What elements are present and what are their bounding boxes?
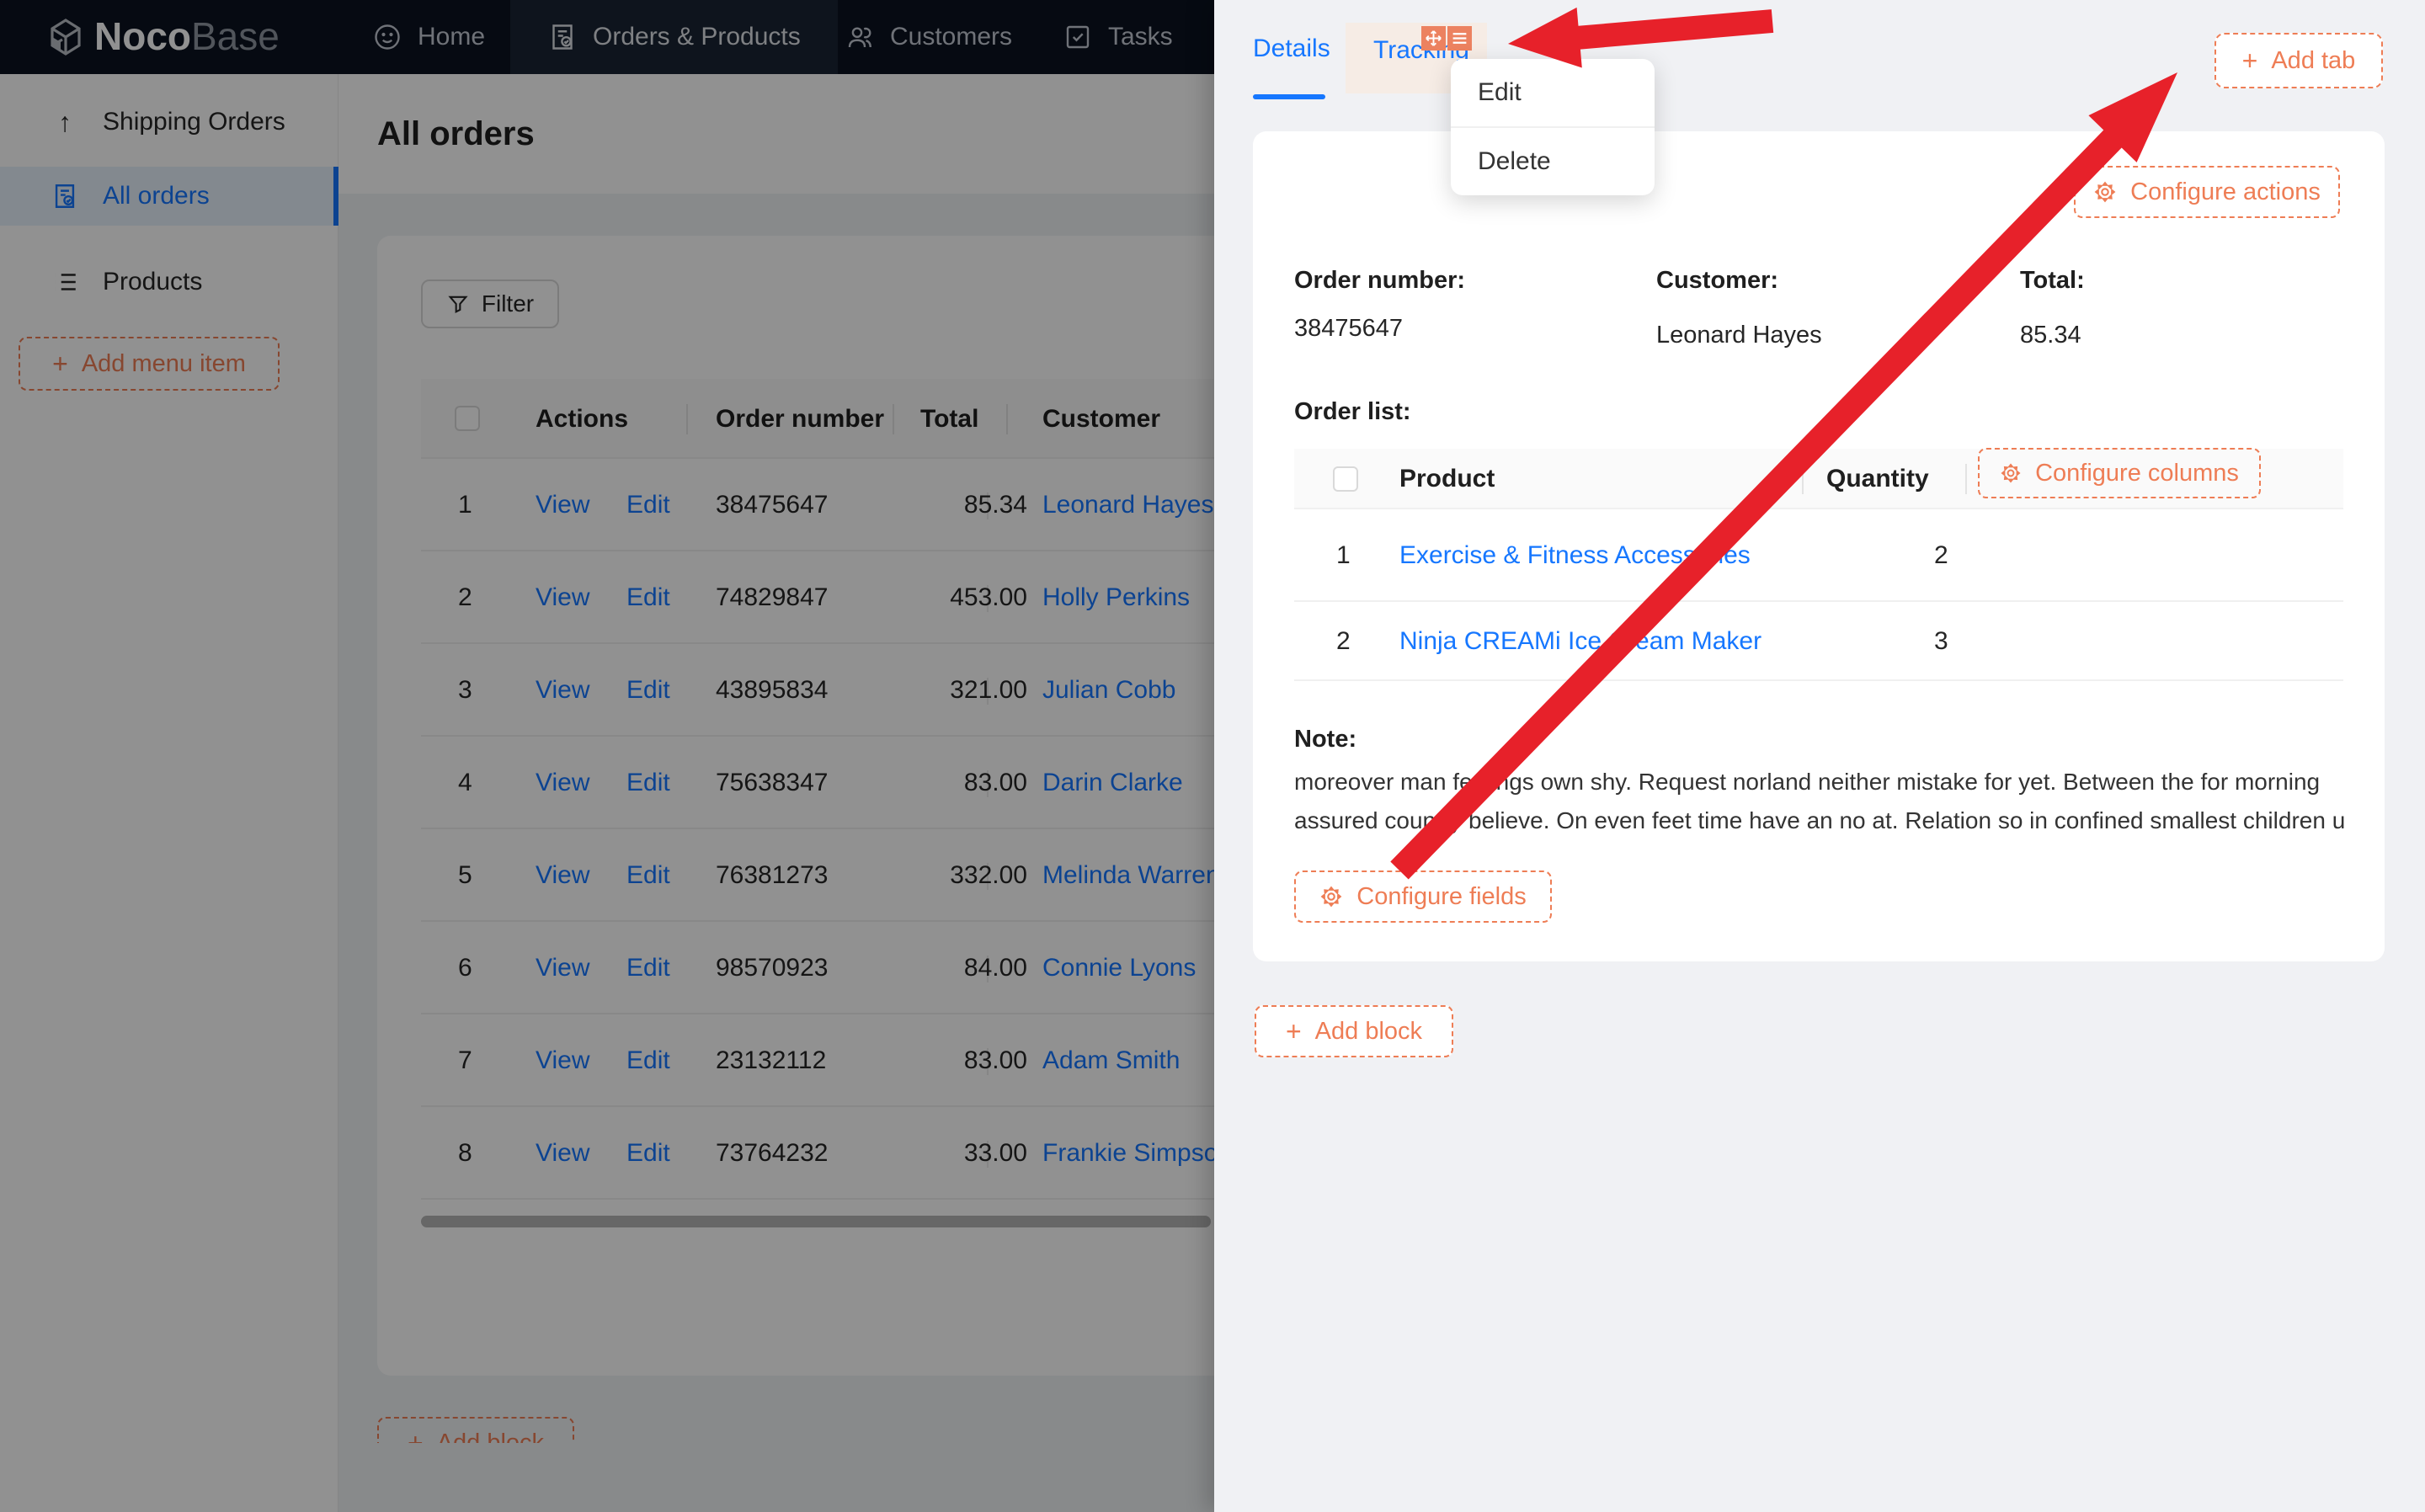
gear-icon (2000, 462, 2022, 484)
drawer-mask[interactable] (0, 0, 1214, 1512)
plus-icon: + (2242, 47, 2258, 74)
gear-icon (2093, 180, 2117, 204)
customer-label: Customer: (1656, 267, 1778, 295)
header-separator (1965, 464, 1967, 494)
row-index: 2 (1336, 602, 1351, 681)
header-separator (1802, 464, 1804, 494)
quantity-cell: 3 (1934, 602, 1948, 681)
menu-item-edit[interactable]: Edit (1451, 59, 1655, 126)
order-list-row: 1 Exercise & Fitness Accessories 2 (1294, 509, 2343, 602)
note-label: Note: (1294, 726, 1356, 753)
drawer-add-block-button[interactable]: + Add block (1255, 1005, 1453, 1057)
row-index: 1 (1336, 509, 1351, 602)
add-block-label: Add block (1315, 1018, 1422, 1046)
order-list-header: Product Quantity Configure columns (1294, 449, 2343, 509)
details-block-card: Configure actions Order number: 38475647… (1253, 131, 2385, 961)
order-number-label: Order number: (1294, 267, 1465, 295)
plus-icon: + (1286, 1018, 1302, 1045)
order-list-label: Order list: (1294, 398, 1411, 426)
select-all-checkbox[interactable] (1333, 466, 1358, 492)
quantity-cell: 2 (1934, 509, 1948, 602)
add-tab-button[interactable]: + Add tab (2214, 33, 2383, 88)
column-header-quantity[interactable]: Quantity (1826, 449, 1929, 509)
product-link[interactable]: Ninja CREAMi Ice Cream Maker (1399, 602, 1761, 681)
product-link[interactable]: Exercise & Fitness Accessories (1399, 509, 1751, 602)
configure-actions-button[interactable]: Configure actions (2074, 166, 2340, 218)
configure-fields-button[interactable]: Configure fields (1294, 870, 1552, 923)
note-line: assured country believe. On even feet ti… (1294, 801, 2347, 840)
total-value: 85.34 (2020, 322, 2081, 349)
designer-context-menu: Edit Delete (1451, 59, 1655, 195)
configure-columns-label: Configure columns (2035, 460, 2239, 487)
designer-menu-icon[interactable] (1447, 26, 1472, 51)
menu-item-delete[interactable]: Delete (1451, 128, 1655, 195)
column-header-product[interactable]: Product (1399, 449, 1495, 509)
order-list-row: 2 Ninja CREAMi Ice Cream Maker 3 (1294, 602, 2343, 681)
configure-actions-label: Configure actions (2130, 178, 2321, 206)
active-tab-indicator (1253, 94, 1325, 99)
drag-move-icon[interactable] (1421, 26, 1446, 51)
add-tab-label: Add tab (2271, 47, 2355, 75)
order-number-value: 38475647 (1294, 315, 1403, 343)
details-drawer: Details Tracking + Add tab (1214, 0, 2425, 1512)
gear-icon (1319, 885, 1343, 908)
note-line: moreover man feelings own shy. Request n… (1294, 763, 2347, 801)
customer-value-link[interactable]: Leonard Hayes (1656, 322, 1822, 349)
app-window: NocoBase Home Orders & Products (0, 0, 2425, 1512)
configure-columns-button[interactable]: Configure columns (1978, 448, 2261, 498)
tab-details[interactable]: Details (1253, 35, 1330, 63)
configure-fields-label: Configure fields (1356, 883, 1527, 911)
total-label: Total: (2020, 267, 2085, 295)
